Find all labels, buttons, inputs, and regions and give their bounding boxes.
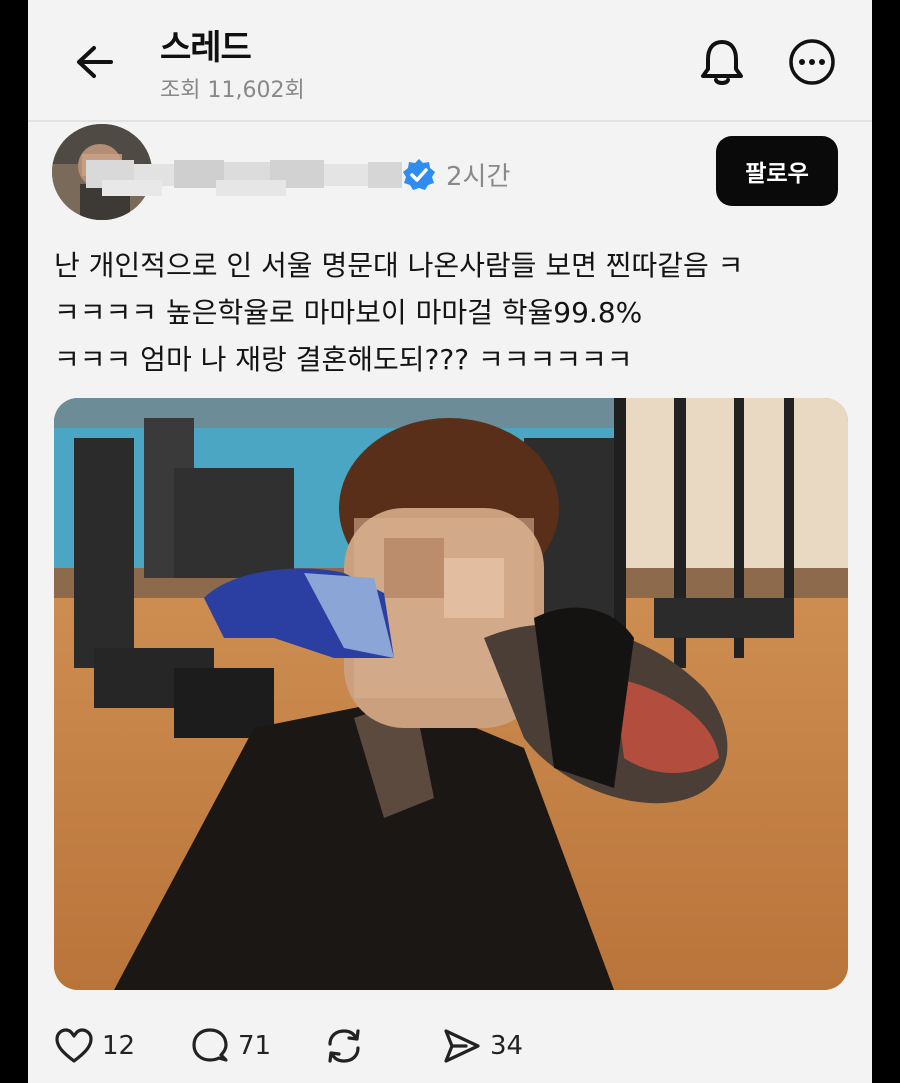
page-title: 스레드 bbox=[160, 28, 252, 68]
post-text-line: ㅋㅋㅋㅋ 높은학율로 마마보이 마마걸 학율99.8% bbox=[54, 296, 643, 329]
more-button[interactable] bbox=[784, 34, 840, 90]
post-image[interactable] bbox=[54, 398, 848, 990]
repost-icon bbox=[328, 1029, 360, 1063]
like-button[interactable]: 12 bbox=[54, 1018, 135, 1074]
share-count: 34 bbox=[490, 1031, 524, 1061]
action-bar: 12 71 34 bbox=[52, 1018, 852, 1074]
verified-icon bbox=[403, 159, 435, 190]
like-count: 12 bbox=[102, 1031, 136, 1061]
post-text: 난 개인적으로 인 서울 명문대 나온사람들 보면 찐따같음 ㅋ ㅋㅋㅋㅋ 높은… bbox=[54, 242, 844, 383]
back-button[interactable] bbox=[68, 36, 120, 88]
heart-icon bbox=[55, 1028, 93, 1063]
notification-button[interactable] bbox=[696, 34, 748, 90]
share-button[interactable]: 34 bbox=[442, 1018, 523, 1074]
more-icon bbox=[789, 39, 835, 85]
screen: 스레드 조회 11,602회 2시간 팔로우 난 개인적으로 인 서울 명문대 … bbox=[28, 0, 872, 1083]
post-text-line: ㅋㅋㅋ 엄마 나 재랑 결혼해도되??? ㅋㅋㅋㅋㅋㅋ bbox=[54, 343, 633, 376]
comment-count: 71 bbox=[238, 1031, 272, 1061]
comment-icon bbox=[192, 1028, 228, 1062]
back-arrow-icon bbox=[77, 46, 113, 78]
post-time: 2시간 bbox=[446, 162, 511, 192]
header: 스레드 조회 11,602회 bbox=[28, 0, 872, 118]
header-divider bbox=[28, 120, 872, 122]
share-icon bbox=[444, 1029, 480, 1063]
repost-button[interactable] bbox=[322, 1018, 374, 1074]
bell-icon bbox=[701, 40, 743, 85]
view-count: 조회 11,602회 bbox=[160, 78, 305, 103]
post-text-line: 난 개인적으로 인 서울 명문대 나온사람들 보면 찐따같음 ㅋ bbox=[54, 249, 744, 282]
comment-button[interactable]: 71 bbox=[190, 1018, 271, 1074]
username-blurred[interactable] bbox=[86, 150, 402, 200]
follow-button[interactable]: 팔로우 bbox=[716, 136, 838, 206]
verified-badge bbox=[402, 158, 436, 192]
